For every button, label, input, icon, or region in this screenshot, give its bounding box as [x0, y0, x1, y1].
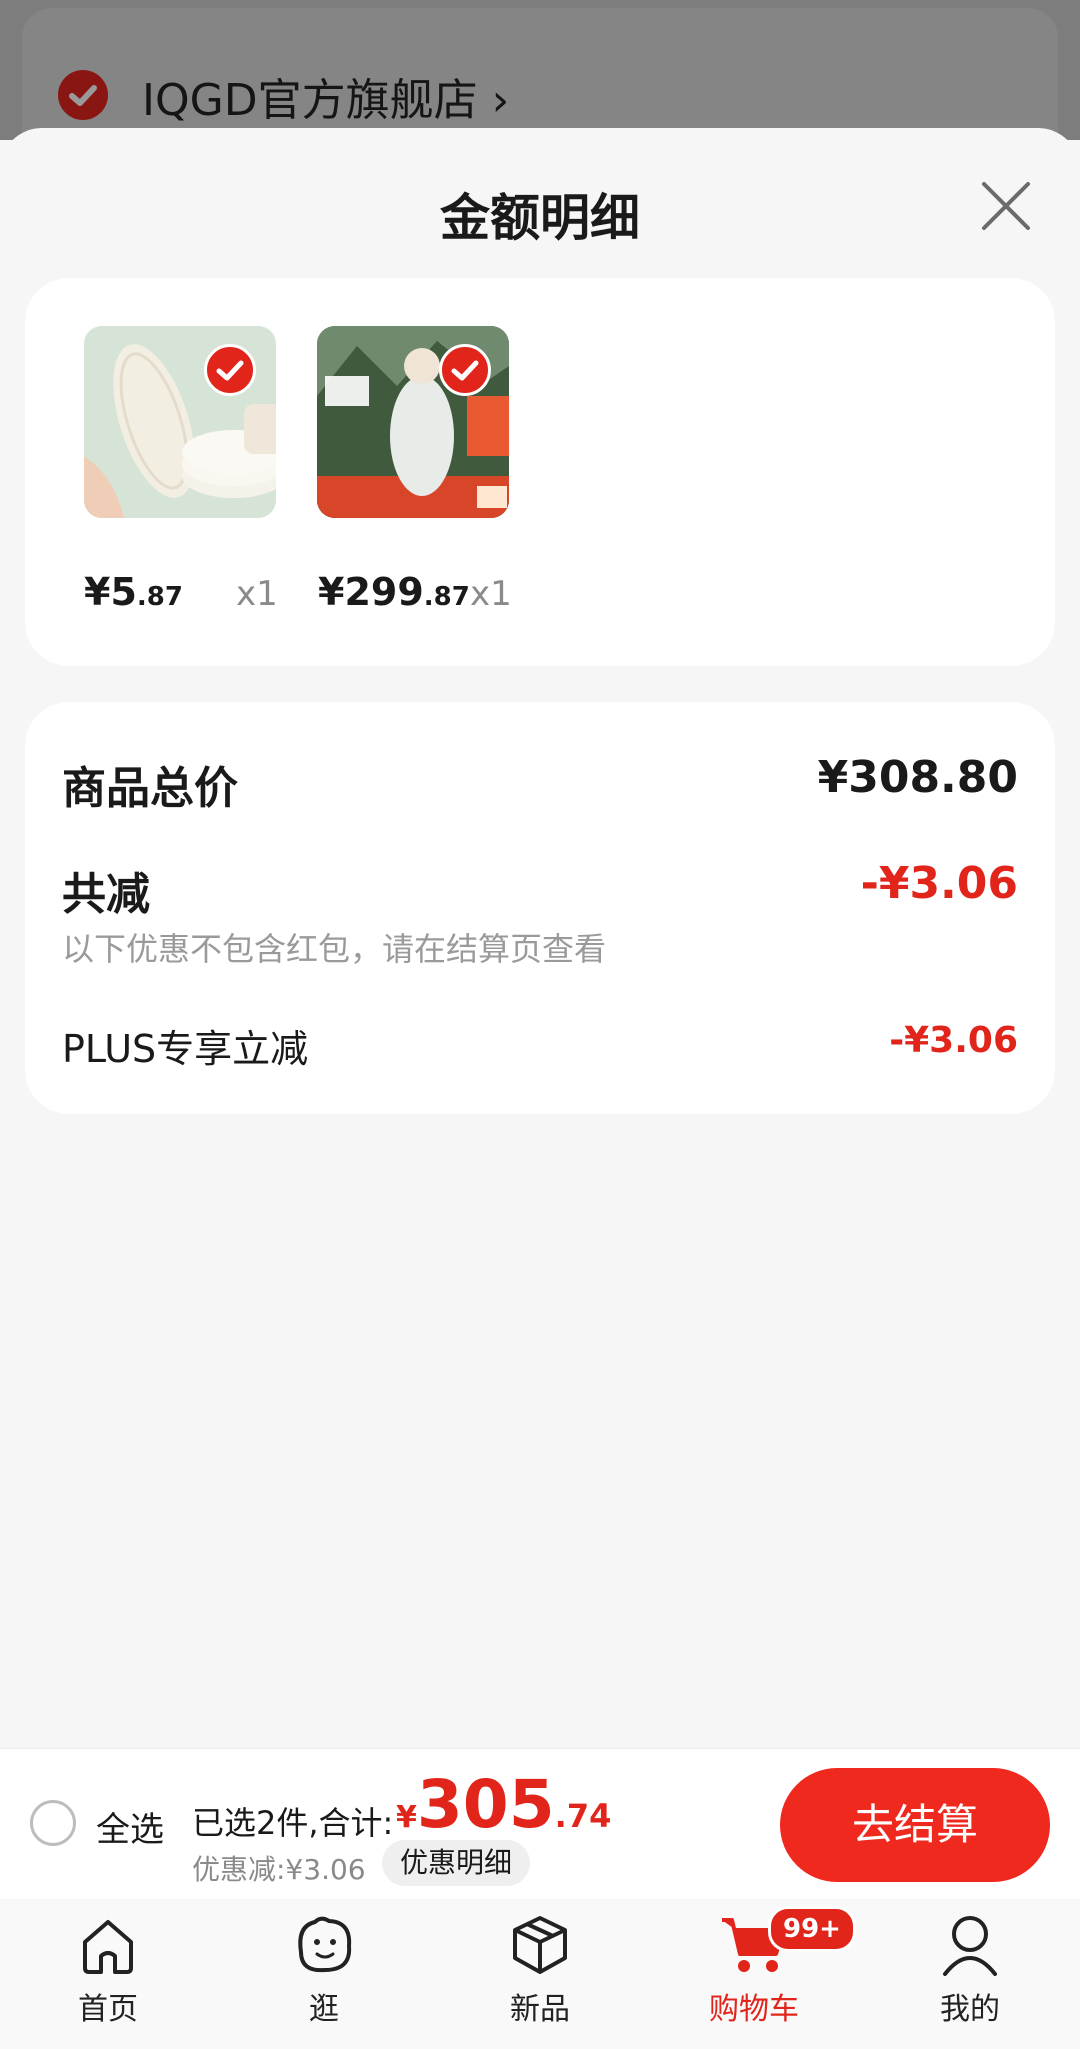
product-thumbnail-down-jacket[interactable]	[317, 326, 509, 518]
home-icon	[83, 1920, 133, 1974]
product-price: ¥5.87	[84, 570, 183, 614]
cart-count-badge: 99+	[768, 1906, 856, 1952]
price-integer: ¥299	[318, 570, 424, 614]
chevron-right-icon: ›	[491, 75, 510, 126]
tab-label: 首页	[78, 1992, 138, 2027]
plus-discount-value: -¥3.06	[889, 1020, 1018, 1061]
total-integer: 305	[416, 1766, 555, 1843]
price-integer: ¥5	[84, 570, 137, 614]
plus-discount-label: PLUS专享立减	[62, 1027, 309, 1071]
sheet-title: 金额明细	[440, 189, 640, 247]
user-icon	[943, 1916, 997, 1976]
price-decimal: .87	[423, 582, 470, 612]
product-checked-icon[interactable]	[204, 344, 256, 396]
price-decimal: .87	[136, 582, 183, 612]
discount-label: 共减	[62, 869, 150, 920]
tab-browse[interactable]: 逛	[264, 1912, 384, 2028]
tab-label: 逛	[309, 1992, 339, 2027]
store-name: IQGD官方旗舰店 ›	[142, 64, 509, 128]
product-quantity: x1	[470, 574, 512, 614]
discount-value: -¥3.06	[860, 858, 1018, 909]
box-icon	[513, 1916, 567, 1974]
store-check-icon	[58, 70, 108, 120]
tab-label: 新品	[510, 1992, 570, 2027]
checkout-button[interactable]: 去结算	[780, 1768, 1050, 1882]
total-currency: ¥	[396, 1800, 417, 1835]
product-quantity: x1	[236, 574, 278, 614]
tab-me[interactable]: 我的	[910, 1912, 1030, 2028]
face-icon	[298, 1916, 352, 1973]
tab-new[interactable]: 新品	[480, 1912, 600, 2028]
goods-total-label: 商品总价	[62, 763, 238, 814]
select-all-radio[interactable]	[30, 1800, 76, 1846]
tab-home[interactable]: 首页	[48, 1912, 168, 2028]
store-name-text: IQGD官方旗舰店	[142, 75, 478, 126]
tab-label: 购物车	[709, 1992, 799, 2027]
product-thumbnail-insole[interactable]	[84, 326, 276, 518]
select-all-label[interactable]: 全选	[96, 1802, 164, 1851]
total-decimal: .74	[554, 1797, 612, 1835]
discount-note: 以下优惠不包含红包，请在结算页查看	[62, 930, 607, 968]
tab-label: 我的	[940, 1992, 1000, 2027]
close-icon[interactable]	[978, 178, 1034, 234]
discount-summary: 优惠减:¥3.06	[192, 1853, 366, 1886]
product-price: ¥299.87	[318, 570, 470, 614]
product-checked-icon[interactable]	[439, 344, 491, 396]
discount-detail-button[interactable]: 优惠明细	[382, 1840, 531, 1886]
selected-count-text: 已选2件,合计:	[192, 1804, 394, 1842]
total-price: ¥305.74	[396, 1766, 611, 1843]
goods-total-value: ¥308.80	[817, 752, 1018, 803]
